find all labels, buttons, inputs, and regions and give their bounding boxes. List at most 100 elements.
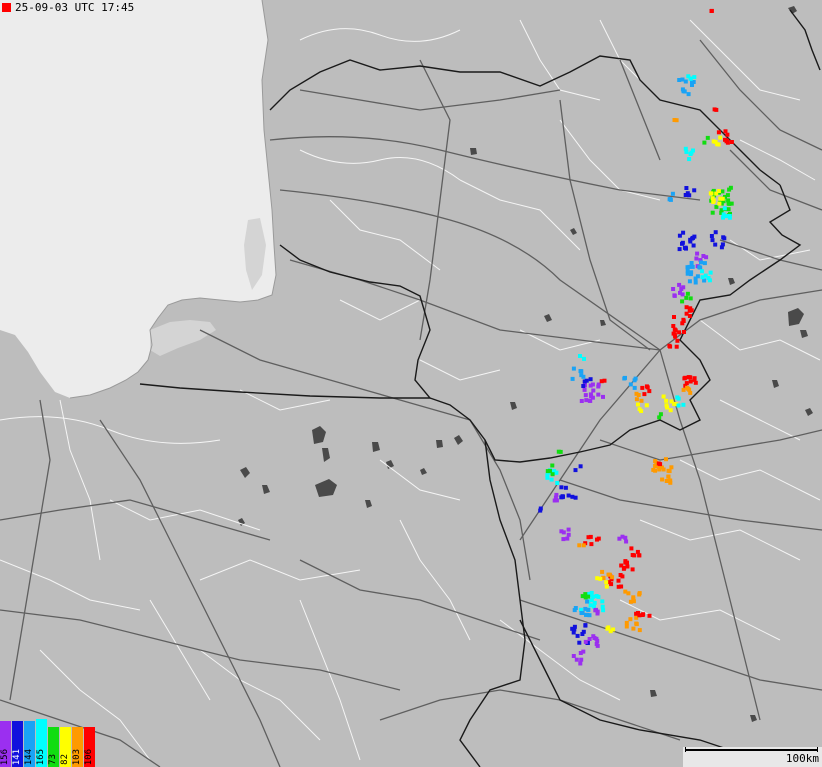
strike-marker [637, 591, 642, 596]
strike-marker [700, 275, 705, 280]
strike-marker [680, 299, 685, 304]
strike-marker [709, 8, 714, 13]
strike-marker [596, 392, 601, 397]
strike-marker [679, 287, 684, 291]
strike-marker [647, 389, 652, 394]
strike-marker [688, 306, 693, 311]
strike-marker [691, 148, 695, 153]
strike-marker [578, 661, 583, 666]
strike-marker [604, 580, 609, 585]
strike-marker [581, 384, 586, 388]
strike-marker [549, 477, 554, 482]
strike-marker [623, 375, 627, 380]
legend-item-165: 165 [36, 719, 47, 767]
strike-marker [702, 140, 707, 145]
strike-marker [682, 245, 687, 250]
strike-marker [573, 468, 578, 473]
strike-marker [625, 564, 630, 569]
strike-marker [631, 595, 636, 600]
scale-label: 100km [785, 752, 819, 765]
legend-item-73: 73 [48, 727, 59, 767]
strike-marker [677, 247, 682, 252]
strike-marker [632, 378, 637, 383]
strike-marker [727, 214, 732, 218]
strike-marker [601, 608, 606, 613]
strike-marker [717, 201, 722, 206]
strike-marker [672, 315, 676, 319]
strike-marker [634, 397, 639, 402]
strike-marker [700, 269, 704, 274]
strike-marker [722, 236, 727, 241]
strike-marker [623, 535, 628, 540]
strike-marker [688, 237, 693, 242]
strike-marker [587, 613, 592, 618]
strike-marker [668, 408, 673, 413]
strike-marker [583, 623, 588, 628]
legend-label: 141 [12, 748, 22, 765]
strike-marker [675, 395, 680, 400]
strike-marker [593, 608, 598, 613]
strike-marker [571, 366, 576, 371]
strike-marker [672, 118, 677, 122]
strike-marker [692, 75, 697, 80]
strike-marker [585, 599, 590, 604]
strike-marker [713, 242, 718, 247]
strike-marker [647, 613, 652, 618]
strike-marker [560, 495, 565, 499]
strike-marker [559, 485, 564, 490]
strike-marker [554, 498, 559, 503]
strike-marker [644, 403, 649, 408]
strike-marker [676, 403, 681, 408]
strike-marker [713, 230, 718, 235]
strike-marker [602, 378, 607, 383]
strike-marker [681, 387, 686, 392]
strike-marker [548, 468, 552, 473]
strike-marker [600, 599, 605, 604]
legend-item-144: 144 [24, 721, 35, 767]
strike-marker [702, 261, 707, 266]
strike-marker [578, 369, 583, 374]
legend-label: 144 [24, 748, 34, 765]
strike-marker [686, 92, 691, 97]
strike-marker [710, 238, 715, 243]
strike-marker [571, 630, 576, 635]
strike-marker [688, 375, 693, 380]
lightning-map[interactable] [0, 0, 822, 767]
timestamp-label: 25-09-03 UTC 17:45 [15, 1, 135, 14]
legend-item-156: 156 [0, 721, 11, 767]
strike-marker [677, 78, 682, 82]
strike-marker [634, 622, 639, 627]
strike-marker [584, 398, 589, 403]
strike-marker [554, 492, 559, 497]
strike-marker [578, 354, 582, 358]
strike-marker [587, 398, 592, 403]
strike-marker [579, 657, 584, 662]
strike-marker [628, 382, 633, 387]
timestamp-header: 25-09-03 UTC 17:45 [2, 1, 134, 14]
strike-marker [645, 385, 650, 390]
strike-marker [624, 624, 629, 629]
strike-marker [668, 480, 673, 485]
strike-marker [584, 612, 588, 617]
strike-marker [583, 639, 588, 644]
strike-marker [727, 187, 732, 192]
strike-marker [579, 399, 584, 403]
strike-marker [688, 379, 693, 384]
strike-marker [690, 83, 694, 87]
strike-marker [565, 536, 570, 541]
strike-marker [695, 274, 700, 279]
strike-marker [631, 599, 636, 604]
legend-item-106: 106 [84, 727, 95, 767]
strike-marker [684, 311, 689, 316]
strike-marker [693, 280, 698, 285]
strike-marker [631, 626, 636, 631]
strike-marker [642, 392, 647, 397]
strike-marker [684, 149, 689, 154]
strike-marker [572, 608, 577, 613]
strike-marker [699, 260, 703, 265]
strike-marker [575, 633, 580, 638]
strike-marker [587, 637, 592, 641]
strike-marker [582, 387, 587, 392]
strike-marker [675, 338, 680, 343]
strike-marker [589, 590, 594, 595]
